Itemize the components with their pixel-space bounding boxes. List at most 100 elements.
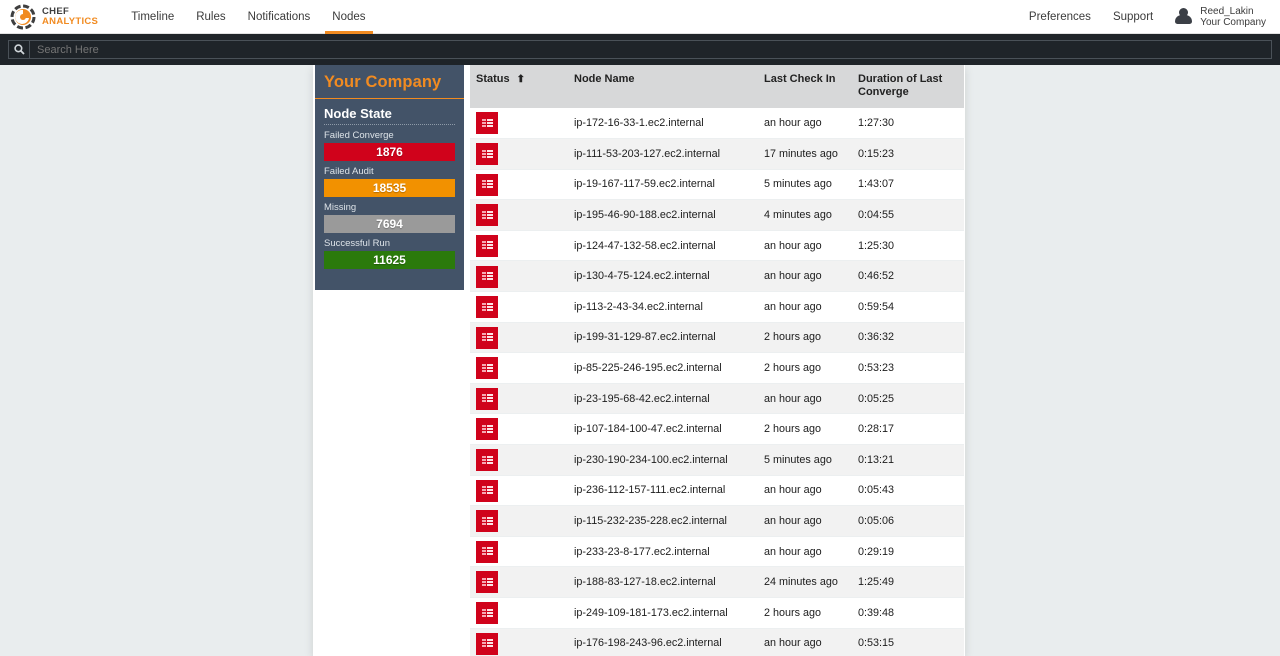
cell-node-name[interactable]: ip-23-195-68-42.ec2.internal [568, 383, 758, 415]
company-title: Your Company [315, 65, 464, 99]
cell-node-name[interactable]: ip-111-53-203-127.ec2.internal [568, 138, 758, 170]
support-link[interactable]: Support [1113, 11, 1153, 23]
table-row[interactable]: ip-236-112-157-111.ec2.internal an hour a… [470, 475, 964, 507]
nav-right-area: Preferences Support Reed_Lakin Your Comp… [1029, 6, 1266, 28]
cell-duration: 0:53:23 [852, 352, 964, 384]
failed-converge-status-icon[interactable] [476, 204, 498, 227]
cell-duration: 1:25:30 [852, 230, 964, 262]
cell-node-name[interactable]: ip-172-16-33-1.ec2.internal [568, 108, 758, 140]
table-row[interactable]: ip-188-83-127-18.ec2.internal 24 minutes … [470, 566, 964, 598]
failed-converge-status-icon[interactable] [476, 602, 498, 625]
cell-node-name[interactable]: ip-188-83-127-18.ec2.internal [568, 566, 758, 598]
cell-node-name[interactable]: ip-107-184-100-47.ec2.internal [568, 413, 758, 446]
tab-nodes[interactable]: Nodes [321, 0, 376, 34]
failed-converge-status-icon[interactable] [476, 326, 498, 349]
tab-timeline[interactable]: Timeline [120, 0, 185, 34]
failed-converge-status-icon[interactable] [476, 632, 498, 655]
cell-last-check-in: 2 hours ago [758, 322, 852, 354]
table-row[interactable]: ip-233-23-8-177.ec2.internal an hour ago 0… [470, 536, 964, 568]
table-row[interactable]: ip-111-53-203-127.ec2.internal 17 minutes… [470, 138, 964, 170]
failed-converge-status-icon[interactable] [476, 296, 498, 319]
cell-node-name[interactable]: ip-115-232-235-228.ec2.internal [568, 505, 758, 537]
brand-logo-area[interactable]: CHEF ANALYTICS [10, 4, 98, 30]
table-row[interactable]: ip-107-184-100-47.ec2.internal 2 hours ag… [470, 413, 964, 446]
metric-bar-failed-audit[interactable]: 18535 [324, 179, 455, 197]
table-row[interactable]: ip-19-167-117-59.ec2.internal 5 minutes a… [470, 169, 964, 201]
failed-converge-status-icon[interactable] [476, 449, 498, 472]
table-row[interactable]: ip-23-195-68-42.ec2.internal an hour ago 0… [470, 383, 964, 415]
cell-node-name[interactable]: ip-230-190-234-100.ec2.internal [568, 444, 758, 476]
metric-label-missing: Missing [324, 202, 357, 213]
cell-node-name[interactable]: ip-199-31-129-87.ec2.internal [568, 322, 758, 354]
column-header-status[interactable]: Status ⬆ [470, 65, 568, 108]
failed-converge-status-icon[interactable] [476, 112, 498, 135]
failed-converge-status-icon[interactable] [476, 540, 498, 563]
column-header-status-label: Status [476, 73, 510, 85]
table-row[interactable]: ip-85-225-246-195.ec2.internal 2 hours ag… [470, 352, 964, 384]
metric-bar-successful-run[interactable]: 11625 [324, 251, 455, 269]
failed-converge-status-icon[interactable] [476, 571, 498, 594]
cell-node-name[interactable]: ip-130-4-75-124.ec2.internal [568, 260, 758, 293]
user-menu[interactable]: Reed_Lakin Your Company [1175, 6, 1266, 28]
metric-bar-missing[interactable]: 7694 [324, 215, 455, 233]
cell-node-name[interactable]: ip-233-23-8-177.ec2.internal [568, 536, 758, 568]
top-navigation-bar: CHEF ANALYTICS Timeline Rules Notificati… [0, 0, 1280, 34]
failed-converge-status-icon[interactable] [476, 173, 498, 196]
table-row[interactable]: ip-124-47-132-58.ec2.internal an hour ago… [470, 230, 964, 262]
cell-duration: 1:43:07 [852, 169, 964, 201]
metric-label-failed-audit: Failed Audit [324, 166, 374, 177]
search-box[interactable] [8, 40, 1272, 59]
table-row[interactable]: ip-195-46-90-188.ec2.internal 4 minutes a… [470, 199, 964, 231]
cell-node-name[interactable]: ip-236-112-157-111.ec2.internal [568, 475, 758, 507]
table-row[interactable]: ip-249-109-181-173.ec2.internal 2 hours a… [470, 597, 964, 629]
cell-last-check-in: 2 hours ago [758, 352, 852, 384]
tab-rules[interactable]: Rules [185, 0, 236, 34]
table-row[interactable]: ip-130-4-75-124.ec2.internal an hour ago 0… [470, 260, 964, 293]
cell-node-name[interactable]: ip-113-2-43-34.ec2.internal [568, 291, 758, 323]
cell-last-check-in: 2 hours ago [758, 597, 852, 629]
cell-status [470, 628, 568, 656]
search-input[interactable] [30, 43, 1271, 56]
table-row[interactable]: ip-172-16-33-1.ec2.internal an hour ago 1:… [470, 108, 964, 140]
failed-converge-status-icon[interactable] [476, 510, 498, 533]
column-header-node-name[interactable]: Node Name [568, 65, 758, 108]
table-row[interactable]: ip-230-190-234-100.ec2.internal 5 minutes… [470, 444, 964, 476]
cell-status [470, 566, 568, 598]
cell-node-name[interactable]: ip-195-46-90-188.ec2.internal [568, 199, 758, 231]
tab-notifications[interactable]: Notifications [237, 0, 322, 34]
cell-last-check-in: an hour ago [758, 108, 852, 140]
cell-node-name[interactable]: ip-176-198-243-96.ec2.internal [568, 628, 758, 656]
cell-status [470, 413, 568, 446]
table-row[interactable]: ip-199-31-129-87.ec2.internal 2 hours ago… [470, 322, 964, 354]
column-header-duration[interactable]: Duration of Last Converge [852, 65, 964, 108]
table-body: ip-172-16-33-1.ec2.internal an hour ago 1:… [470, 108, 964, 656]
table-row[interactable]: ip-176-198-243-96.ec2.internal an hour ag… [470, 628, 964, 656]
failed-converge-status-icon[interactable] [476, 234, 498, 257]
table-row[interactable]: ip-113-2-43-34.ec2.internal an hour ago 0:… [470, 291, 964, 323]
failed-converge-status-icon[interactable] [476, 387, 498, 410]
cell-node-name[interactable]: ip-19-167-117-59.ec2.internal [568, 169, 758, 201]
cell-last-check-in: an hour ago [758, 230, 852, 262]
failed-converge-status-icon[interactable] [476, 143, 498, 166]
table-header-row: Status ⬆ Node Name Last Check In Duration… [470, 65, 964, 108]
cell-node-name[interactable]: ip-249-109-181-173.ec2.internal [568, 597, 758, 629]
failed-converge-status-icon[interactable] [476, 479, 498, 502]
column-header-last-check-in[interactable]: Last Check In [758, 65, 852, 108]
preferences-link[interactable]: Preferences [1029, 11, 1091, 23]
search-icon[interactable] [9, 41, 30, 58]
cell-duration: 0:15:23 [852, 138, 964, 170]
failed-converge-status-icon[interactable] [476, 265, 498, 288]
nav-tabs: Timeline Rules Notifications Nodes [120, 0, 376, 34]
failed-converge-status-icon[interactable] [476, 418, 498, 441]
cell-status [470, 383, 568, 415]
cell-last-check-in: an hour ago [758, 505, 852, 537]
cell-duration: 0:53:15 [852, 628, 964, 656]
metric-bar-failed-converge[interactable]: 1876 [324, 143, 455, 161]
cell-node-name[interactable]: ip-124-47-132-58.ec2.internal [568, 230, 758, 262]
table-row[interactable]: ip-115-232-235-228.ec2.internal an hour a… [470, 505, 964, 537]
cell-status [470, 108, 568, 140]
cell-node-name[interactable]: ip-85-225-246-195.ec2.internal [568, 352, 758, 384]
sort-ascending-arrow[interactable]: ⬆ [517, 74, 525, 85]
failed-converge-status-icon[interactable] [476, 357, 498, 380]
cell-last-check-in: an hour ago [758, 536, 852, 568]
